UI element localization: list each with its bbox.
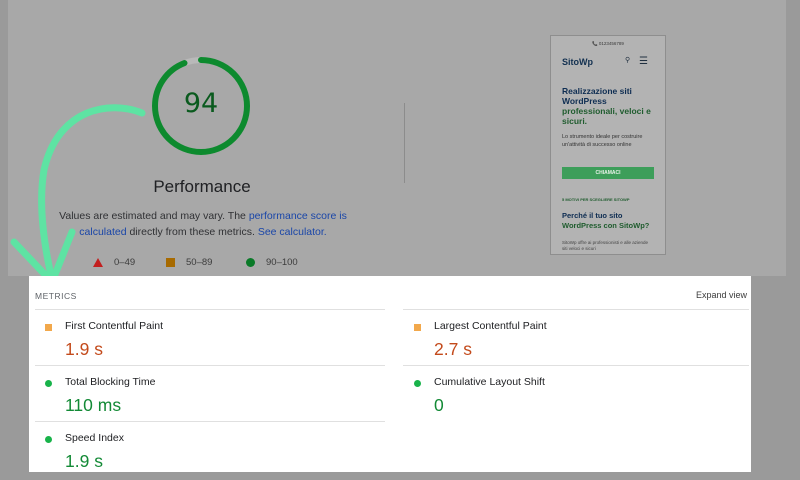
preview-small-heading: 5 MOTIVI PER SCEGLIERE SITOWP — [562, 197, 630, 202]
preview-headline-1: Realizzazione siti WordPress — [562, 86, 632, 106]
preview-subtitle: Lo strumento ideale per costruire un'att… — [562, 134, 643, 148]
metric-value: 1.9 s — [65, 451, 103, 471]
metric-value: 1.9 s — [65, 339, 103, 359]
desc-text-2: directly from these metrics. — [126, 226, 258, 238]
performance-score: 94 — [183, 88, 219, 119]
preview-cta-button: CHIAMACI — [562, 167, 654, 179]
legend-average: 50–89 — [166, 257, 212, 268]
metric-divider — [35, 365, 385, 366]
square-icon — [166, 258, 175, 267]
circle-icon — [246, 258, 255, 267]
metrics-section: METRICS Expand view First Contentful Pai… — [29, 276, 751, 472]
legend-poor: 0–49 — [93, 257, 135, 268]
performance-title: Performance — [153, 177, 251, 196]
metric-name: First Contentful Paint — [65, 320, 164, 332]
metric-name: Largest Contentful Paint — [434, 320, 547, 332]
metric-name: Cumulative Layout Shift — [434, 376, 545, 388]
search-icon: ⚲ — [625, 57, 631, 64]
legend-poor-label: 0–49 — [114, 257, 136, 268]
preview-body: SitoWp offre ai professionisti e alle az… — [562, 240, 648, 251]
metric-value: 0 — [434, 395, 444, 415]
preview-h2-2: WordPress con SitoWp? — [562, 220, 650, 230]
metric-divider — [403, 365, 749, 366]
triangle-icon — [93, 258, 103, 267]
preview-headline-2: professionali, veloci e sicuri. — [562, 106, 651, 126]
metric-name: Speed Index — [65, 432, 124, 444]
good-circle-icon — [414, 380, 421, 387]
metric-value: 110 ms — [65, 395, 122, 415]
preview-phone-line: 📞 0123456789 — [592, 41, 624, 46]
legend-good: 90–100 — [246, 257, 298, 268]
good-circle-icon — [45, 380, 52, 387]
metric-name: Total Blocking Time — [65, 376, 156, 388]
average-square-icon — [414, 324, 421, 331]
average-square-icon — [45, 324, 52, 331]
preview-h2-1: Perché il tuo sito — [562, 211, 623, 220]
metric-divider — [403, 309, 749, 310]
preview-heading-2: Perché il tuo sito WordPress con SitoWp? — [562, 211, 658, 230]
metric-divider — [35, 421, 385, 422]
score-legend: 0–49 50–89 90–100 — [8, 257, 408, 271]
performance-panel: 94 Performance Values are estimated and … — [8, 0, 786, 276]
metric-value: 2.7 s — [434, 339, 472, 359]
good-circle-icon — [45, 436, 52, 443]
desc-text-1: Values are estimated and may vary. The — [59, 210, 249, 222]
score-description: Values are estimated and may vary. The p… — [38, 208, 368, 240]
see-calculator-link[interactable]: See calculator. — [258, 226, 327, 238]
legend-average-label: 50–89 — [186, 257, 213, 268]
menu-icon: ☰ — [639, 56, 648, 67]
metrics-label: METRICS — [35, 291, 77, 301]
legend-good-label: 90–100 — [266, 257, 298, 268]
divider — [404, 103, 405, 183]
page-preview-thumbnail: 📞 0123456789 SitoWp ⚲ ☰ Realizzazione si… — [550, 35, 666, 255]
preview-logo: SitoWp — [562, 57, 593, 67]
preview-headline: Realizzazione siti WordPress professiona… — [562, 86, 658, 126]
expand-view-button[interactable]: Expand view — [696, 290, 747, 300]
metric-divider — [35, 309, 385, 310]
